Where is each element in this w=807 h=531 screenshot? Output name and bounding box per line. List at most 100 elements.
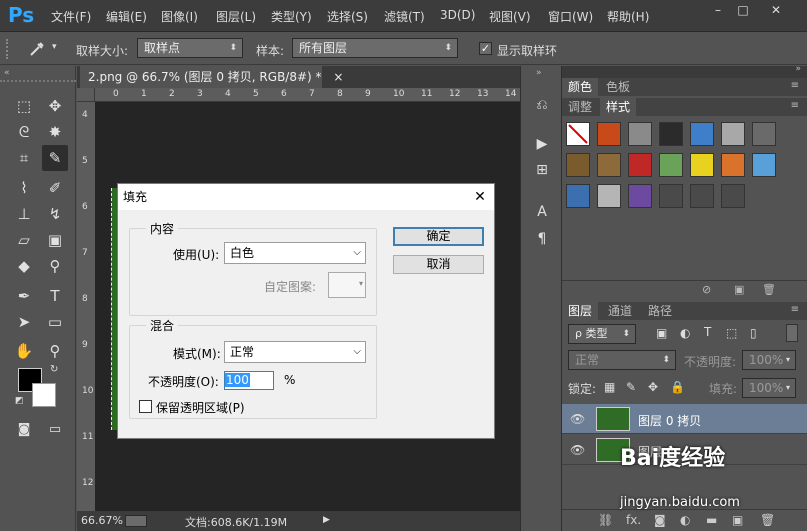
- magic-wand-tool-icon[interactable]: ✸: [42, 119, 68, 145]
- layer-name[interactable]: 图层 0 拷贝: [638, 412, 701, 429]
- brush-tool-icon[interactable]: ✐: [42, 175, 68, 201]
- clear-style-icon[interactable]: ⊘: [702, 283, 711, 296]
- show-ring-checkbox[interactable]: ✓: [479, 42, 492, 55]
- style-swatch[interactable]: [721, 122, 745, 146]
- document-tab-close-icon[interactable]: ×: [333, 70, 343, 84]
- filter-shape-icon[interactable]: ⬚: [726, 326, 737, 340]
- toolbox-grip[interactable]: [0, 80, 76, 84]
- none-style-icon[interactable]: [566, 122, 590, 146]
- style-swatch[interactable]: [752, 122, 776, 146]
- dodge-tool-icon[interactable]: ⚲: [42, 253, 68, 279]
- eraser-tool-icon[interactable]: ▱: [11, 227, 37, 253]
- hand-tool-icon[interactable]: ✋: [11, 338, 37, 364]
- sample-select[interactable]: 所有图层 ⬍: [292, 38, 458, 58]
- maximize-button[interactable]: □: [733, 2, 753, 18]
- style-swatch[interactable]: [690, 122, 714, 146]
- eyedropper-icon[interactable]: [27, 40, 47, 58]
- path-selection-tool-icon[interactable]: ➤: [11, 309, 37, 335]
- lock-pixels-icon[interactable]: ✎: [626, 380, 636, 394]
- filter-adjustment-icon[interactable]: ◐: [680, 326, 690, 340]
- adjustment-icon[interactable]: ◐: [680, 513, 690, 527]
- crop-tool-icon[interactable]: ⌗: [11, 145, 37, 171]
- lock-transparency-icon[interactable]: ▦: [604, 380, 615, 394]
- tab-styles[interactable]: 样式: [600, 98, 637, 116]
- expand-panels-icon[interactable]: »: [536, 68, 542, 78]
- custom-pattern-picker[interactable]: ▾: [328, 272, 366, 298]
- menu-layer[interactable]: 图层(L): [216, 8, 256, 25]
- history-panel-icon[interactable]: ⎌: [529, 92, 555, 118]
- menu-file[interactable]: 文件(F): [51, 8, 91, 25]
- tab-color[interactable]: 颜色: [562, 78, 599, 96]
- lock-position-icon[interactable]: ✥: [648, 380, 658, 394]
- style-swatch[interactable]: [690, 153, 714, 177]
- style-swatch[interactable]: [628, 153, 652, 177]
- menu-type[interactable]: 类型(Y): [271, 8, 312, 25]
- mode-select[interactable]: 正常 ⌵: [224, 341, 366, 363]
- menu-view[interactable]: 视图(V): [489, 8, 531, 25]
- layer-opacity-field[interactable]: 100% ▾: [742, 350, 796, 370]
- ok-button[interactable]: 确定: [393, 227, 484, 246]
- menu-image[interactable]: 图像(I): [161, 8, 198, 25]
- lasso-tool-icon[interactable]: ᘓ: [11, 119, 37, 145]
- style-swatch[interactable]: [721, 153, 745, 177]
- panel-menu-icon[interactable]: ≡: [791, 100, 799, 111]
- tab-adjustments[interactable]: 调整: [562, 98, 598, 116]
- fill-field[interactable]: 100% ▾: [742, 378, 796, 398]
- healing-brush-tool-icon[interactable]: ⌇: [11, 175, 37, 201]
- pen-tool-icon[interactable]: ✒: [11, 283, 37, 309]
- filter-type-icon[interactable]: T: [704, 325, 711, 339]
- grip-handle[interactable]: [6, 39, 10, 59]
- layer-filter-select[interactable]: ρ 类型 ⬍: [568, 324, 636, 344]
- visibility-eye-icon[interactable]: 👁: [570, 412, 585, 426]
- tab-channels[interactable]: 通道: [602, 302, 638, 320]
- filter-toggle[interactable]: [786, 324, 798, 342]
- blend-mode-select[interactable]: 正常 ⬍: [568, 350, 676, 370]
- fx-icon[interactable]: fx.: [626, 513, 641, 527]
- character-panel-icon[interactable]: A: [529, 199, 555, 225]
- style-swatch[interactable]: [628, 184, 652, 208]
- style-swatch[interactable]: [597, 153, 621, 177]
- menu-edit[interactable]: 编辑(E): [106, 8, 147, 25]
- style-swatch[interactable]: [721, 184, 745, 208]
- menu-window[interactable]: 窗口(W): [548, 8, 593, 25]
- tab-layers[interactable]: 图层: [562, 302, 599, 320]
- type-tool-icon[interactable]: T: [42, 283, 68, 309]
- menu-select[interactable]: 选择(S): [327, 8, 368, 25]
- paragraph-panel-icon[interactable]: ¶: [529, 226, 555, 252]
- layer-row[interactable]: 👁 图层 0 拷贝: [562, 404, 807, 434]
- style-swatch[interactable]: [690, 184, 714, 208]
- zoom-level[interactable]: 66.67%: [81, 514, 123, 527]
- preserve-transparency-label[interactable]: 保留透明区域(P): [156, 399, 245, 416]
- tab-swatches[interactable]: 色板: [600, 78, 636, 96]
- mask-icon[interactable]: ◙: [654, 513, 666, 527]
- style-swatch[interactable]: [659, 122, 683, 146]
- style-swatch[interactable]: [628, 122, 652, 146]
- lock-all-icon[interactable]: 🔒: [670, 380, 685, 394]
- menu-3d[interactable]: 3D(D): [440, 8, 475, 22]
- tab-paths[interactable]: 路径: [642, 302, 678, 320]
- filter-smart-object-icon[interactable]: ▯: [750, 326, 757, 340]
- style-swatch[interactable]: [566, 153, 590, 177]
- menu-help[interactable]: 帮助(H): [607, 8, 649, 25]
- minimize-button[interactable]: –: [708, 2, 728, 18]
- panel-menu-icon[interactable]: ≡: [791, 80, 799, 91]
- default-colors-icon[interactable]: ◩: [15, 396, 24, 406]
- group-icon[interactable]: ▬: [706, 513, 717, 527]
- trash-icon[interactable]: 🗑: [760, 513, 775, 527]
- style-swatch[interactable]: [597, 184, 621, 208]
- eyedropper-tool-icon[interactable]: ✎: [42, 145, 68, 171]
- swap-colors-icon[interactable]: ↻: [50, 364, 58, 375]
- actions-panel-icon[interactable]: ▶: [529, 131, 555, 157]
- marquee-tool-icon[interactable]: ⬚: [11, 93, 37, 119]
- blur-tool-icon[interactable]: ◆: [11, 253, 37, 279]
- style-swatch[interactable]: [597, 122, 621, 146]
- collapse-icon[interactable]: «: [4, 68, 10, 78]
- properties-panel-icon[interactable]: ⊞: [529, 157, 555, 183]
- tool-preset-arrow-icon[interactable]: ▾: [52, 42, 57, 52]
- sample-size-select[interactable]: 取样点 ⬍: [137, 38, 243, 58]
- background-color-swatch[interactable]: [32, 383, 56, 407]
- zoom-tool-icon[interactable]: ⚲: [42, 338, 68, 364]
- document-tab[interactable]: 2.png @ 66.7% (图层 0 拷贝, RGB/8#) * ×: [80, 66, 343, 88]
- quick-mask-icon[interactable]: ◙: [11, 417, 37, 443]
- preserve-transparency-checkbox[interactable]: [139, 400, 152, 413]
